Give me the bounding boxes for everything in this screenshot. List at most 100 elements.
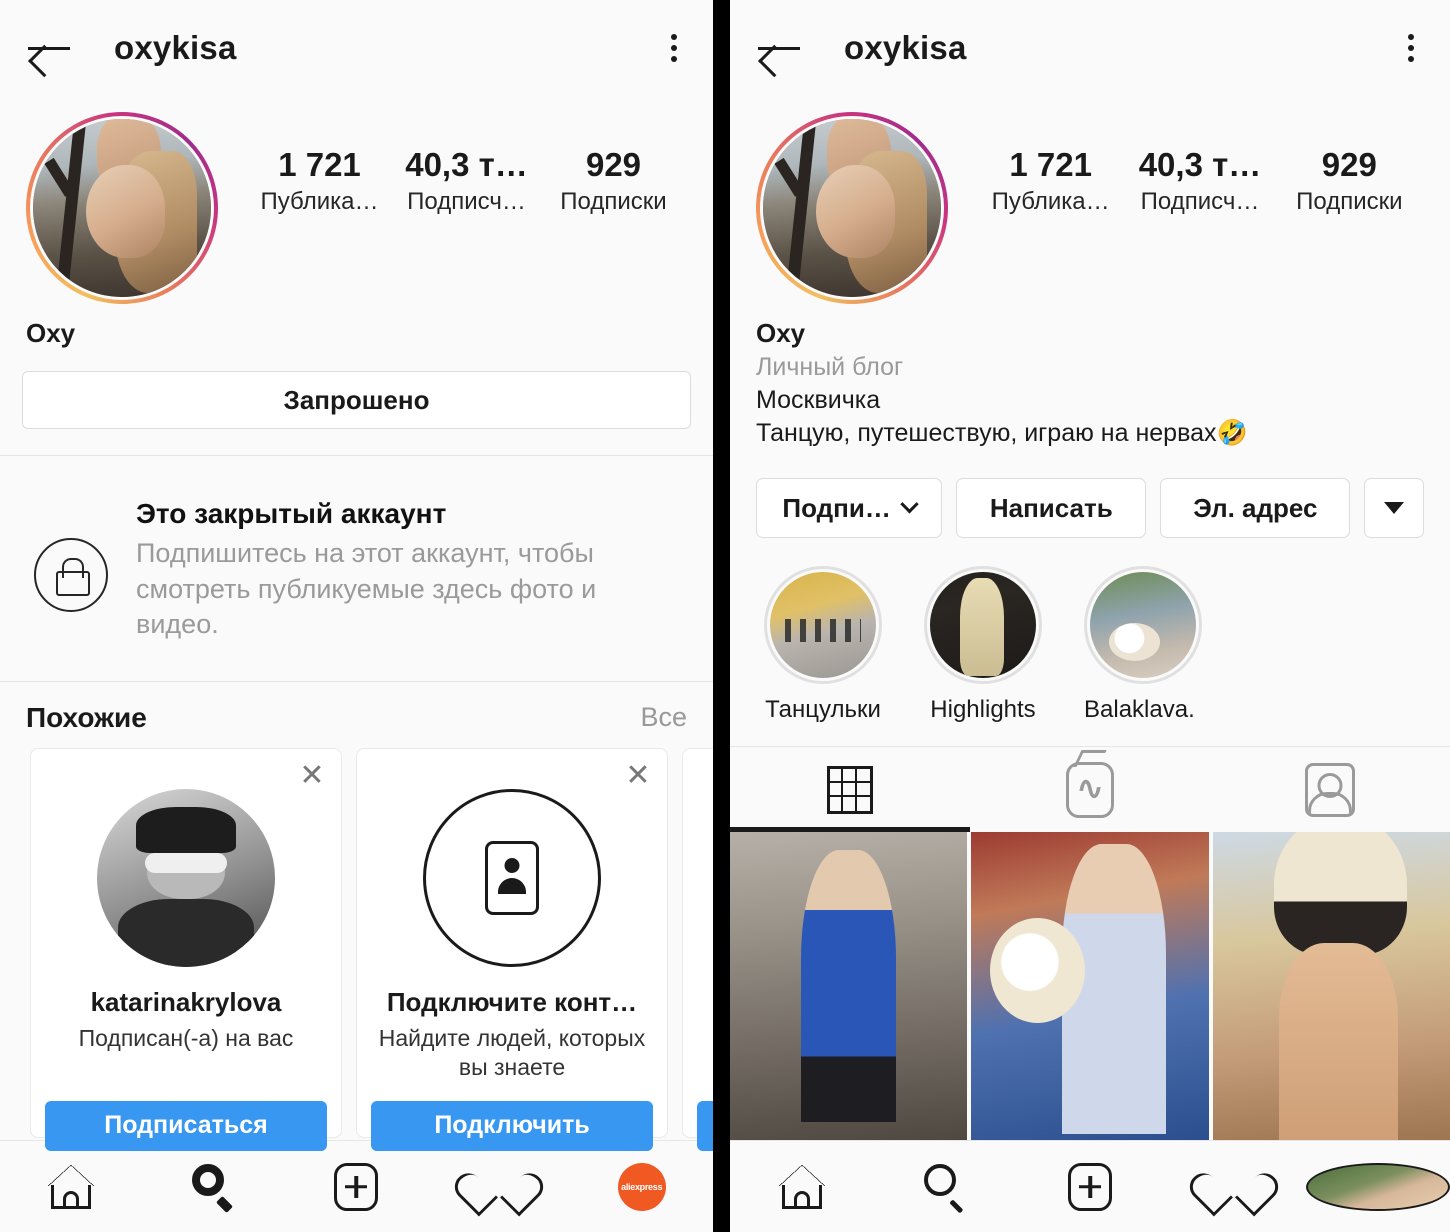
contacts-icon bbox=[423, 788, 601, 967]
stat-following[interactable]: 929 Подписки bbox=[540, 146, 687, 216]
screen-divider bbox=[713, 0, 730, 1232]
following-button[interactable]: Подпи… bbox=[756, 478, 943, 538]
add-post-icon bbox=[1068, 1162, 1112, 1211]
close-icon[interactable]: ✕ bbox=[297, 760, 327, 791]
list-item[interactable]: ✕ Подключите конт… Найдите людей, которы… bbox=[356, 747, 668, 1151]
bio-category: Личный блог bbox=[756, 353, 904, 381]
tab-tagged[interactable] bbox=[1210, 747, 1450, 832]
button-label: Подпи… bbox=[782, 492, 891, 523]
stats-row: 1 721 Публика… 40,3 т… Подписч… 929 Подп… bbox=[976, 112, 1424, 216]
nav-home[interactable] bbox=[730, 1164, 874, 1209]
avatar bbox=[760, 116, 944, 300]
follow-button[interactable]: Подписаться bbox=[45, 1100, 327, 1151]
story-highlights-row: Танцульки Highlights Balaklava. Cr… bbox=[730, 538, 1450, 746]
profile-avatar-story-ring[interactable] bbox=[756, 112, 948, 304]
list-item[interactable]: Balaklava. Cr… bbox=[1084, 566, 1202, 724]
post-thumbnail[interactable] bbox=[730, 832, 968, 1140]
nav-home[interactable] bbox=[0, 1164, 143, 1209]
back-arrow-icon[interactable] bbox=[756, 31, 802, 65]
follow-button[interactable] bbox=[697, 1100, 713, 1151]
kebab-menu-icon[interactable] bbox=[661, 28, 687, 68]
right-topbar: oxykisa bbox=[730, 0, 1450, 96]
suggestion-username: katarinakrylova bbox=[90, 986, 282, 1017]
list-item[interactable]: Highlights bbox=[924, 566, 1042, 724]
list-item[interactable]: Танцульки bbox=[764, 566, 882, 724]
left-screen: oxykisa 1 721 Публика… 40,3 т… Подписч… … bbox=[0, 0, 713, 1232]
highlight-label: Танцульки bbox=[765, 696, 881, 723]
dual-screenshot-container: oxykisa 1 721 Публика… 40,3 т… Подписч… … bbox=[0, 0, 1450, 1232]
post-thumbnail[interactable] bbox=[1212, 832, 1450, 1140]
nav-profile[interactable] bbox=[1306, 1162, 1450, 1211]
left-topbar: oxykisa bbox=[0, 0, 713, 96]
post-grid bbox=[730, 832, 1450, 1140]
left-bio: Oxy bbox=[0, 304, 713, 349]
connect-button[interactable]: Подключить bbox=[371, 1100, 653, 1151]
post-thumbnail[interactable] bbox=[971, 832, 1209, 1140]
similar-accounts-carousel[interactable]: ✕ katarinakrylova Подписан(-а) на вас По… bbox=[0, 747, 713, 1151]
igtv-icon bbox=[1066, 761, 1114, 818]
suggestion-subtitle: Подписан(-а) на вас bbox=[78, 1024, 294, 1051]
requested-button[interactable]: Запрошено bbox=[22, 371, 691, 429]
nav-search[interactable] bbox=[874, 1163, 1018, 1214]
bio-line: Москвичка bbox=[756, 386, 881, 414]
heart-activity-icon bbox=[1210, 1165, 1258, 1209]
private-title: Это закрытый аккаунт bbox=[136, 498, 447, 529]
message-button[interactable]: Написать bbox=[956, 478, 1147, 538]
bio-line: Танцую, путешествую, играю на нервах🤣 bbox=[756, 419, 1248, 447]
nav-add-post[interactable] bbox=[1018, 1162, 1162, 1211]
stat-followers[interactable]: 40,3 т… Подписч… bbox=[1125, 146, 1274, 216]
nav-profile[interactable]: aliexpress bbox=[570, 1162, 713, 1211]
profile-avatar-icon: aliexpress bbox=[617, 1162, 666, 1211]
right-profile-row: 1 721 Публика… 40,3 т… Подписч… 929 Подп… bbox=[730, 96, 1450, 304]
highlight-ring bbox=[1084, 566, 1202, 684]
grid-icon bbox=[827, 765, 873, 814]
private-description: Подпишитесь на этот аккаунт, чтобы смотр… bbox=[136, 538, 597, 640]
nav-add-post[interactable] bbox=[285, 1162, 428, 1211]
list-item[interactable]: ✕ katarinakrylova Подписан(-а) на вас По… bbox=[30, 747, 342, 1151]
see-all-link[interactable]: Все bbox=[640, 702, 687, 733]
profile-tabbar bbox=[730, 746, 1450, 832]
right-bio: Oxy Личный блог Москвичка Танцую, путеше… bbox=[730, 304, 1450, 448]
right-bottom-nav bbox=[730, 1140, 1450, 1232]
page-title: oxykisa bbox=[114, 29, 237, 66]
stat-following[interactable]: 929 Подписки bbox=[1275, 146, 1424, 216]
stat-followers[interactable]: 40,3 т… Подписч… bbox=[393, 146, 540, 216]
stat-posts[interactable]: 1 721 Публика… bbox=[976, 146, 1125, 216]
stats-row: 1 721 Публика… 40,3 т… Подписч… 929 Подп… bbox=[246, 112, 687, 216]
stat-posts[interactable]: 1 721 Публика… bbox=[246, 146, 393, 216]
nav-activity[interactable] bbox=[1162, 1165, 1306, 1209]
nav-search[interactable] bbox=[143, 1163, 286, 1213]
profile-action-buttons: Подпи… Написать Эл. адрес bbox=[730, 448, 1450, 538]
chevron-down-icon bbox=[900, 494, 919, 513]
stat-label: Подписки bbox=[1296, 188, 1403, 215]
home-icon bbox=[779, 1164, 825, 1209]
right-screen: oxykisa 1 721 Публика… 40,3 т… Подписч… … bbox=[730, 0, 1450, 1232]
suggestion-username: Подключите конт… bbox=[386, 986, 638, 1017]
left-bottom-nav: aliexpress bbox=[0, 1140, 713, 1232]
stat-label: Подписки bbox=[560, 188, 667, 215]
heart-activity-icon bbox=[475, 1165, 523, 1209]
page-title: oxykisa bbox=[844, 29, 967, 66]
nav-activity[interactable] bbox=[428, 1165, 571, 1209]
bio-display-name: Oxy bbox=[26, 318, 76, 348]
highlight-label: Highlights bbox=[930, 696, 1036, 723]
list-item[interactable] bbox=[682, 747, 713, 1151]
stat-label: Публика… bbox=[991, 188, 1110, 215]
tab-igtv[interactable] bbox=[970, 747, 1210, 832]
requested-button-wrap: Запрошено bbox=[0, 349, 713, 455]
avatar bbox=[97, 788, 275, 967]
bio-display-name: Oxy bbox=[756, 318, 806, 348]
avatar-label: aliexpress bbox=[621, 1181, 663, 1192]
profile-avatar-story-ring[interactable] bbox=[26, 112, 218, 304]
email-button[interactable]: Эл. адрес bbox=[1160, 478, 1351, 538]
tab-grid[interactable] bbox=[730, 747, 970, 832]
private-account-notice: Это закрытый аккаунт Подпишитесь на этот… bbox=[0, 456, 713, 681]
more-options-button[interactable] bbox=[1364, 478, 1425, 538]
stat-label: Подписч… bbox=[407, 188, 526, 215]
kebab-menu-icon[interactable] bbox=[1398, 28, 1424, 68]
close-icon[interactable]: ✕ bbox=[623, 760, 653, 791]
stat-label: Публика… bbox=[260, 188, 379, 215]
back-arrow-icon[interactable] bbox=[26, 31, 72, 65]
profile-avatar-icon bbox=[1306, 1162, 1450, 1211]
suggestion-subtitle: Найдите людей, которых вы знаете bbox=[378, 1024, 646, 1081]
